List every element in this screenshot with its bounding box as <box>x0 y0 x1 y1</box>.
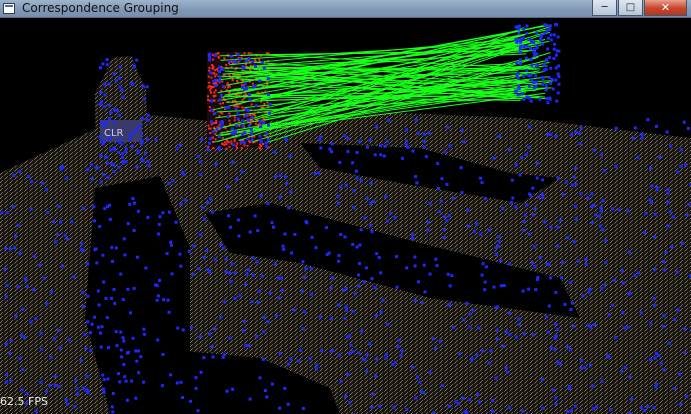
point-cloud-scene: CLR <box>0 23 691 414</box>
maximize-button[interactable]: □ <box>618 0 643 16</box>
window-controls: ─ □ ✕ <box>591 0 687 17</box>
minimize-button[interactable]: ─ <box>592 0 617 16</box>
window-title: Correspondence Grouping <box>22 1 179 15</box>
title-bar[interactable]: Correspondence Grouping ─ □ ✕ <box>0 0 691 18</box>
bottle-model-cloud: CLR <box>95 56 148 168</box>
app-window-icon[interactable] <box>3 3 15 14</box>
3d-viewer-canvas[interactable]: CLR 62.5 FPS <box>0 18 691 414</box>
fps-counter: 62.5 FPS <box>0 395 48 408</box>
bottle-label-graphic: CLR <box>104 128 124 139</box>
close-button[interactable]: ✕ <box>644 0 687 16</box>
